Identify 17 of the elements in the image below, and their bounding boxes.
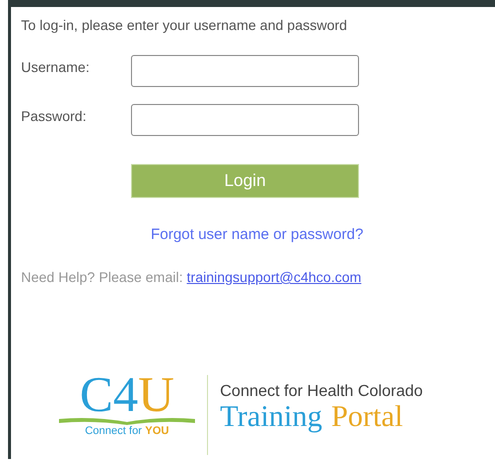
email-link[interactable]: trainingsupport@c4hco.com — [186, 269, 362, 285]
field-label: Username: — [21, 59, 90, 75]
field-label: Password: — [21, 108, 88, 124]
portal-title: Portal — [331, 401, 403, 433]
logo-tagline: YOU — [145, 425, 169, 437]
book-icon — [59, 417, 195, 425]
instruction-text: To log-in, please enter your username and password — [21, 17, 348, 35]
organization-name: Connect for Health Colorado — [220, 383, 423, 401]
logo-letters: C4 — [80, 366, 138, 422]
input-field[interactable] — [131, 104, 359, 136]
logo-tagline: Connect for — [84, 425, 142, 437]
logo-letters: U — [138, 366, 174, 422]
help-text: Need Help? Please email: — [21, 269, 183, 285]
login-button[interactable]: Login — [131, 164, 359, 198]
input-field[interactable] — [131, 55, 359, 87]
portal-title: Training — [220, 401, 322, 433]
forgot-password-link[interactable]: Forgot user name or password? — [150, 226, 364, 243]
